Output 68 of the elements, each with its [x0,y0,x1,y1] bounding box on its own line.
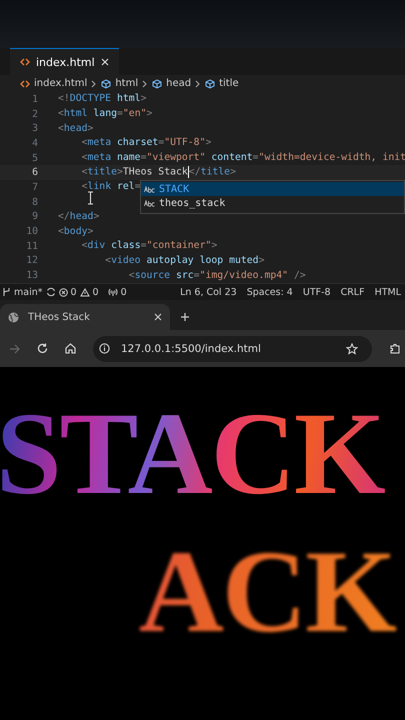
code-line: <div class="container"> [80,240,218,252]
chevron-icon [142,80,148,88]
line-number: 4 [31,138,39,149]
code-line: <!DOCTYPE html> [58,93,146,106]
new-tab-icon[interactable] [180,312,190,322]
code-line: <video autoplay loop muted> [104,254,264,267]
suggestion-item[interactable]: theos_stack [141,196,404,210]
line-number: 9 [31,211,39,222]
breadcrumb-item[interactable]: title [219,78,239,90]
reload-icon[interactable] [37,343,48,354]
status-item[interactable]: Spaces: 4 [246,286,293,298]
warning-count[interactable]: 0 [92,286,99,298]
code-line: <title>THeos Stack</title> [80,166,236,180]
code-brackets-icon [20,57,30,67]
code-line: <link rel= [80,181,141,194]
home-icon[interactable] [65,343,76,354]
text-cursor-icon [87,190,94,205]
suggestion-item[interactable]: STACK [141,182,404,196]
editor-tab[interactable]: index.html [10,48,119,75]
branch-icon[interactable] [2,287,11,297]
breadcrumb-item[interactable]: head [166,78,192,90]
cube-icon [205,78,216,88]
info-icon [99,343,110,354]
error-icon[interactable] [58,288,68,296]
close-icon[interactable] [154,313,162,321]
line-number: 5 [31,152,39,164]
antenna-icon[interactable] [108,288,118,296]
text-icon [144,200,155,206]
line-number: 11 [25,240,39,252]
breadcrumb-item[interactable]: index.html [34,78,88,90]
sync-icon[interactable] [46,287,56,297]
chevron-icon [91,80,98,88]
line-number: 7 [31,182,39,193]
cube-icon [152,78,162,88]
status-item[interactable]: Ln 6, Col 23 [180,286,237,298]
line-number: 8 [31,196,39,208]
close-icon[interactable] [100,58,109,66]
line-number: 6 [31,167,39,178]
line-number: 1 [31,94,39,105]
chevron-icon [195,80,202,88]
cube-icon [101,78,112,88]
code-line: <html lang="en"> [58,108,152,120]
warning-icon[interactable] [80,288,90,296]
text-icon [144,186,155,192]
code-line: <head> [58,122,94,135]
branch-name[interactable]: main* [14,286,42,298]
code-line: </head> [58,210,100,223]
line-number: 2 [31,108,39,120]
line-number: 12 [25,255,39,266]
code-line: <body> [58,226,94,238]
line-number: 13 [25,270,39,282]
puzzle-icon[interactable] [389,342,401,354]
status-item[interactable]: HTML [374,286,401,298]
address-bar[interactable]: 127.0.0.1:5500/index.html [93,336,372,362]
line-number: 3 [31,123,39,134]
code-line: <source src="img/video.mp4" /> [128,270,306,282]
status-item[interactable]: CRLF [340,286,365,298]
breadcrumb-item[interactable]: html [115,78,138,90]
browser-tab[interactable]: THeos Stack [0,304,170,330]
ports-count[interactable]: 0 [120,286,127,298]
line-number: 10 [25,226,39,238]
star-icon[interactable] [346,342,358,354]
status-item[interactable]: UTF-8 [302,286,331,298]
globe-icon [8,312,19,322]
code-line: <meta name="viewport" content="width=device-width, init [80,152,405,164]
code-line: <meta charset="UTF-8"> [80,137,212,150]
error-count[interactable]: 0 [70,286,77,298]
code-brackets-icon [20,78,30,88]
